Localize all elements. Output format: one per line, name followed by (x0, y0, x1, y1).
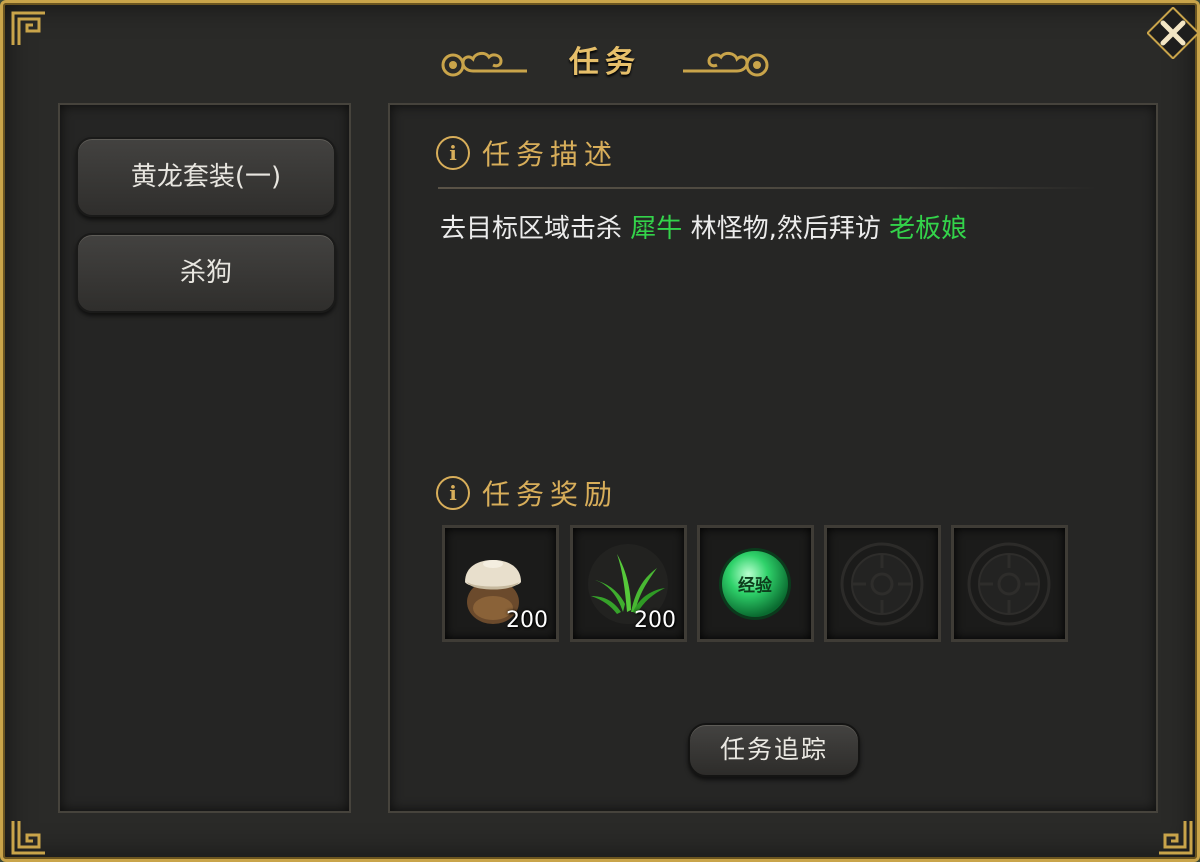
target-monster-link[interactable]: 犀牛 (630, 214, 682, 244)
track-quest-label: 任务追踪 (719, 735, 828, 764)
corner-ornament-icon (9, 9, 49, 49)
exp-orb-label: 经验 (738, 575, 773, 596)
description-text: 去目标区域击杀 (440, 214, 623, 244)
empty-slot-icon (840, 542, 924, 626)
quest-description: 去目标区域击杀 犀牛 林怪物,然后拜访 老板娘 (440, 209, 967, 249)
description-title: 任务描述 (482, 138, 619, 171)
reward-slot[interactable]: 200 (570, 525, 687, 642)
info-icon: i (436, 136, 470, 170)
corner-ornament-icon (9, 817, 49, 857)
window-title-bar: 任务 (433, 39, 777, 87)
quest-item-label: 杀狗 (179, 258, 232, 288)
reward-slot-empty (824, 525, 941, 642)
reward-quantity: 200 (506, 608, 548, 633)
quest-item-kill-dog[interactable]: 杀狗 (76, 233, 336, 313)
close-icon (1147, 7, 1199, 59)
info-icon: i (436, 476, 470, 510)
exp-orb-icon: 经验 (719, 548, 791, 620)
rewards-title: 任务奖励 (482, 478, 619, 511)
quest-item-huanglong-set[interactable]: 黄龙套装(一) (76, 137, 336, 217)
corner-ornament-icon (1155, 817, 1195, 857)
target-npc-link[interactable]: 老板娘 (889, 214, 967, 244)
track-quest-button[interactable]: 任务追踪 (688, 723, 860, 777)
quest-detail-panel: i 任务描述 去目标区域击杀 犀牛 林怪物,然后拜访 老板娘 i 任务奖励 20… (388, 103, 1158, 813)
rewards-header: i 任务奖励 (436, 473, 618, 513)
cloud-ornament-icon (681, 43, 777, 83)
description-text: 林怪物,然后拜访 (690, 214, 881, 244)
divider (438, 187, 1098, 189)
empty-slot-icon (967, 542, 1051, 626)
close-button[interactable] (1147, 7, 1199, 59)
reward-quantity: 200 (634, 608, 676, 633)
reward-slot-empty (951, 525, 1068, 642)
quest-window: 任务 黄龙套装(一) 杀狗 i 任务描述 去目标区域击杀 犀牛 林怪物,然后拜访 (0, 0, 1200, 862)
description-header: i 任务描述 (436, 133, 618, 173)
reward-slot[interactable]: 经验 (697, 525, 814, 642)
quest-item-label: 黄龙套装(一) (130, 162, 282, 192)
reward-slot[interactable]: 200 (442, 525, 559, 642)
quest-list-panel: 黄龙套装(一) 杀狗 (58, 103, 351, 813)
